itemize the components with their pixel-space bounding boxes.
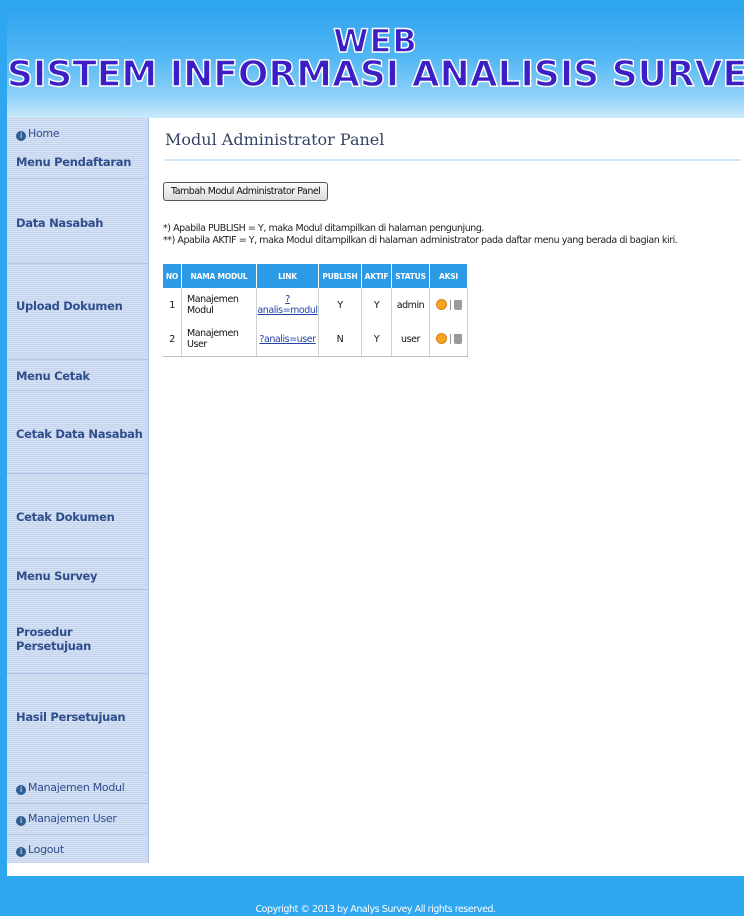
sidebar-item-label: Data Nasabah <box>16 216 104 230</box>
sidebar-item-label: Logout <box>28 843 64 856</box>
action-separator <box>449 333 451 344</box>
sidebar-menu: i Home Menu Pendaftaran Data Nasabah Uplo… <box>7 118 149 863</box>
table-row: 2 Manajemen User ?analis=user N Y user <box>163 322 468 357</box>
header-title-line2: SISTEM INFORMASI ANALISIS SURVEY <box>6 53 744 95</box>
publish-note: *) Apabila PUBLISH = Y, maka Modul ditam… <box>163 223 484 234</box>
sidebar-item-upload-dokumen[interactable]: Upload Dokumen <box>7 263 148 313</box>
top-frame-bar <box>0 0 744 8</box>
info-icon: i <box>16 131 26 141</box>
main-content: Modul Administrator Panel Tambah Modul A… <box>149 118 744 863</box>
sidebar-item-label: Menu Pendaftaran <box>16 155 132 169</box>
sidebar-item-label: Manajemen Modul <box>28 781 125 794</box>
cell-publish: Y <box>318 288 362 322</box>
sidebar-item-home[interactable]: i Home <box>7 127 148 141</box>
sidebar-heading-menu-pendaftaran: Menu Pendaftaran <box>7 155 148 169</box>
add-module-button[interactable]: Tambah Modul Administrator Panel <box>163 182 329 201</box>
sidebar-item-manajemen-modul[interactable]: i Manajemen Modul <box>7 772 148 795</box>
left-frame-bar <box>0 0 7 916</box>
cell-status: user <box>391 322 430 357</box>
column-header-status: STATUS <box>391 264 430 288</box>
module-table: NO NAMA MODUL LINK PUBLISH AKTIF STATUS … <box>163 264 468 357</box>
site-header: WEB SISTEM INFORMASI ANALISIS SURVEY <box>6 8 744 118</box>
column-header-link: LINK <box>256 264 319 288</box>
cell-nama-modul: Manajemen Modul <box>181 288 257 322</box>
delete-icon[interactable] <box>453 333 462 344</box>
site-footer: Copyright © 2013 by Analys Survey All ri… <box>7 876 744 916</box>
column-header-nama-modul: NAMA MODUL <box>181 264 257 288</box>
sidebar-item-hasil-persetujuan[interactable]: Hasil Persetujuan <box>7 673 148 724</box>
title-divider <box>165 159 741 161</box>
sidebar-item-label: Menu Survey <box>16 569 98 583</box>
edit-icon[interactable] <box>435 332 447 344</box>
column-header-publish: PUBLISH <box>318 264 362 288</box>
sidebar-item-label: Menu Cetak <box>16 369 90 383</box>
action-separator <box>449 299 451 310</box>
sidebar-item-prosedur-persetujuan[interactable]: Prosedur Persetujuan <box>7 589 148 653</box>
sidebar-item-label: Manajemen User <box>28 812 117 825</box>
sidebar-item-label: Upload Dokumen <box>16 299 123 313</box>
module-link[interactable]: ?analis=user <box>259 334 316 345</box>
table-header-row: NO NAMA MODUL LINK PUBLISH AKTIF STATUS … <box>163 264 468 288</box>
sidebar-item-data-nasabah[interactable]: Data Nasabah <box>7 178 148 230</box>
sidebar-item-label: Prosedur Persetujuan <box>16 625 92 653</box>
cell-aksi <box>429 288 468 322</box>
cell-aksi <box>429 322 468 357</box>
cell-aktif: Y <box>361 288 392 322</box>
cell-publish: N <box>318 322 362 357</box>
copyright-text: Copyright © 2013 by Analys Survey All ri… <box>255 904 496 915</box>
sidebar-item-cetak-data-nasabah[interactable]: Cetak Data Nasabah <box>7 390 148 441</box>
column-header-aksi: AKSI <box>429 264 468 288</box>
cell-no: 1 <box>163 288 182 322</box>
cell-aktif: Y <box>361 322 392 357</box>
page-title: Modul Administrator Panel <box>165 130 385 149</box>
edit-icon[interactable] <box>435 298 447 310</box>
info-icon: i <box>16 816 26 826</box>
sidebar-item-label: Hasil Persetujuan <box>16 710 126 724</box>
delete-icon[interactable] <box>453 299 462 310</box>
cell-link: ?analis=modul <box>256 288 319 322</box>
cell-no: 2 <box>163 322 182 357</box>
cell-nama-modul: Manajemen User <box>181 322 257 357</box>
sidebar-item-logout[interactable]: i Logout <box>7 834 148 857</box>
module-link[interactable]: ?analis=modul <box>257 294 318 316</box>
table-row: 1 Manajemen Modul ?analis=modul Y Y admi… <box>163 288 468 322</box>
info-icon: i <box>16 785 26 795</box>
column-header-no: NO <box>163 264 182 288</box>
sidebar-item-label: Cetak Data Nasabah <box>16 427 143 441</box>
info-icon: i <box>16 847 26 857</box>
sidebar-item-cetak-dokumen[interactable]: Cetak Dokumen <box>7 473 148 524</box>
sidebar-item-manajemen-user[interactable]: i Manajemen User <box>7 803 148 826</box>
sidebar-heading-menu-survey: Menu Survey <box>7 558 148 583</box>
sidebar-item-label: Cetak Dokumen <box>16 510 115 524</box>
column-header-aktif: AKTIF <box>361 264 392 288</box>
sidebar-item-label: Home <box>28 127 60 140</box>
cell-link: ?analis=user <box>256 322 319 357</box>
aktif-note: **) Apabila AKTIF = Y, maka Modul ditamp… <box>163 235 678 246</box>
sidebar-heading-menu-cetak: Menu Cetak <box>7 359 148 383</box>
cell-status: admin <box>391 288 430 322</box>
